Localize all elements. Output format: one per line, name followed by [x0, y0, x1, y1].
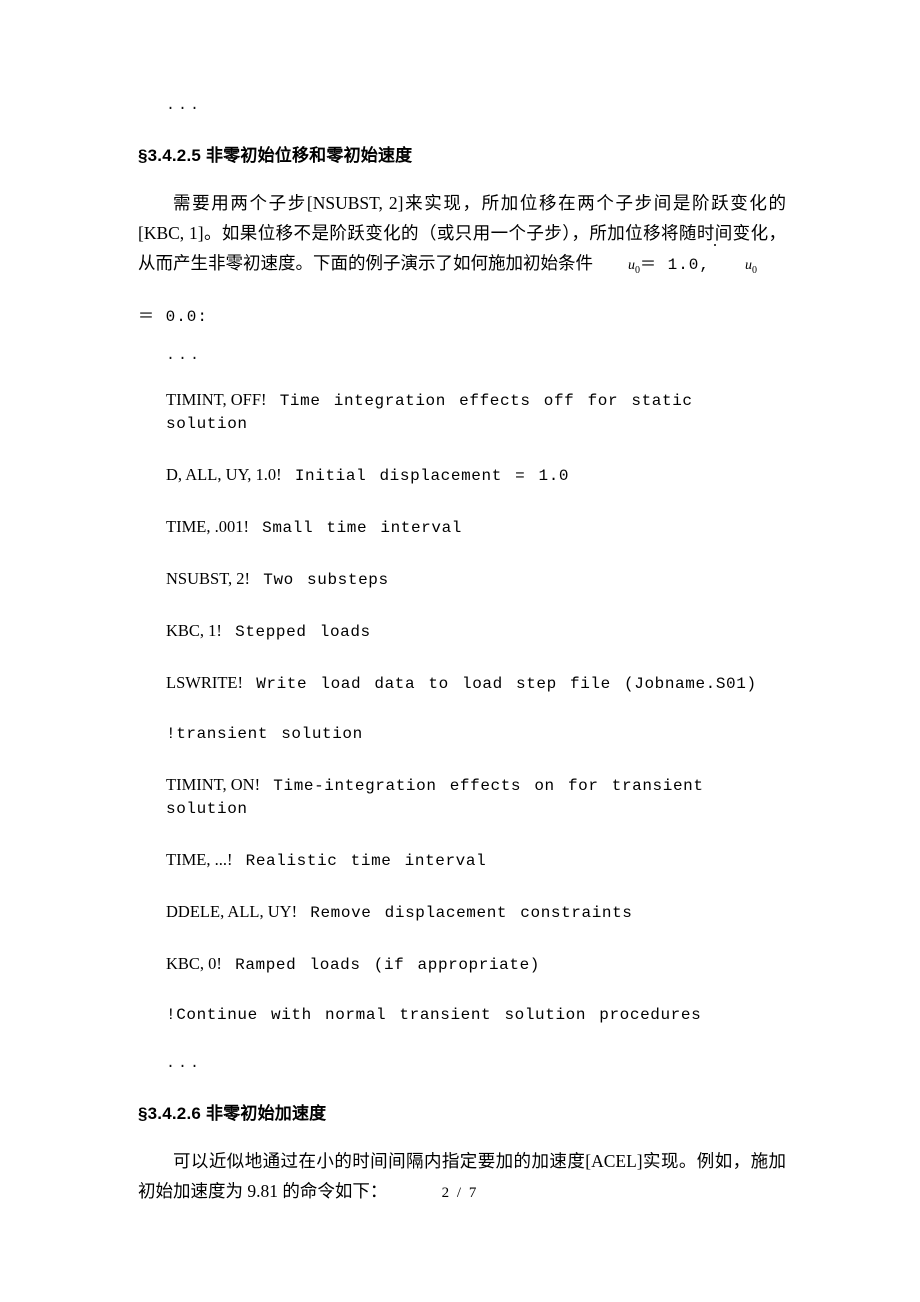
ellipsis-top: ...: [166, 97, 203, 114]
math-udot-zero: u0: [710, 244, 757, 286]
code-command: TIME, .001!: [166, 516, 249, 536]
code-comment: Two substeps: [263, 570, 389, 589]
page-content: ... §3.4.2.5 非零初始位移和零初始速度 需要用两个子步[NSUBST…: [138, 96, 786, 1220]
code-line: !Continue with normal transient solution…: [138, 1004, 786, 1027]
code-line: TIME, ...! Realistic time interval: [138, 848, 786, 873]
document-page: ... §3.4.2.5 非零初始位移和零初始速度 需要用两个子步[NSUBST…: [0, 0, 920, 1302]
math-equals-zero: ＝ 0.0:: [138, 307, 209, 326]
code-comment: Write load data to load step file (Jobna…: [256, 674, 757, 693]
code-command: KBC, 0!: [166, 953, 222, 973]
code-command: D, ALL, UY, 1.0!: [166, 464, 282, 484]
code-comment: Stepped loads: [235, 622, 371, 641]
code-command: NSUBST, 2!: [166, 568, 251, 588]
math-u-zero: u0: [628, 258, 640, 276]
code-line: KBC, 0! Ramped loads (if appropriate): [138, 952, 786, 977]
section-1-paragraph-line2: ＝ 0.0:: [138, 300, 786, 332]
code-comment: Initial displacement = 1.0: [294, 466, 570, 485]
code-comment: !Continue with normal transient solution…: [166, 1005, 702, 1024]
code-line: TIMINT, ON! Time-integration effects on …: [138, 773, 786, 821]
section-heading-3-4-2-5: §3.4.2.5 非零初始位移和零初始速度: [138, 146, 413, 165]
code-line: NSUBST, 2! Two substeps: [138, 567, 786, 592]
code-command: KBC, 1!: [166, 620, 222, 640]
code-line: TIME, .001! Small time interval: [138, 515, 786, 540]
code-command: TIME, ...!: [166, 849, 233, 869]
code-line: LSWRITE! Write load data to load step fi…: [138, 671, 786, 696]
code-line: D, ALL, UY, 1.0! Initial displacement = …: [138, 463, 786, 488]
code-line: TIMINT, OFF! Time integration effects of…: [138, 388, 786, 436]
math-equals-one: ＝ 1.0,: [640, 256, 711, 274]
code-comment: Small time interval: [262, 518, 462, 537]
ellipsis-code-end: ...: [166, 1054, 203, 1072]
code-command: TIMINT, ON!: [166, 774, 261, 794]
code-comment: Ramped loads (if appropriate): [235, 955, 540, 974]
code-command: TIMINT, OFF!: [166, 389, 267, 409]
code-comment: !transient solution: [166, 724, 363, 743]
code-line: !transient solution: [138, 723, 786, 746]
ellipsis-code-start: ...: [166, 346, 203, 364]
code-line: KBC, 1! Stepped loads: [138, 619, 786, 644]
code-comment: Remove displacement constraints: [310, 903, 633, 922]
code-comment: Realistic time interval: [245, 851, 487, 870]
code-line: DDELE, ALL, UY! Remove displacement cons…: [138, 900, 786, 925]
code-command: LSWRITE!: [166, 672, 243, 692]
section-heading-3-4-2-6: §3.4.2.6 非零初始加速度: [138, 1103, 327, 1123]
code-command: DDELE, ALL, UY!: [166, 901, 298, 921]
section-1-paragraph: 需要用两个子步[NSUBST, 2]来实现，所加位移在两个子步间是阶跃变化的[K…: [138, 188, 786, 286]
ansys-code-block: TIMINT, OFF! Time integration effects of…: [138, 388, 786, 1027]
page-footer: 2 / 7: [441, 1185, 479, 1201]
